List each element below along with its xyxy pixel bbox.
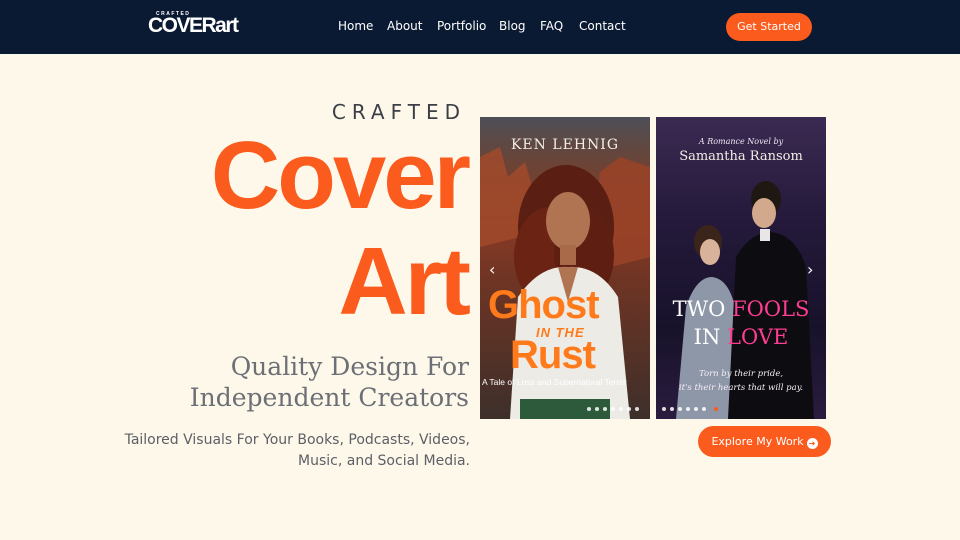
carousel-dot[interactable] — [678, 407, 682, 411]
portfolio-carousel[interactable]: KEN LEHNIG Ghost IN THE Rust A Tale of L… — [480, 117, 826, 419]
chevron-left-icon[interactable]: ‹ — [489, 260, 495, 279]
nav-contact-link[interactable]: Contact — [579, 19, 626, 33]
book2-title-word3: IN — [693, 325, 721, 349]
nav-about-link[interactable]: About — [387, 19, 422, 33]
book2-kicker: A Romance Novel by — [698, 137, 784, 146]
book1-subtitle: A Tale of Loss and Supernatural Terror — [482, 377, 627, 387]
carousel-dot[interactable] — [587, 407, 591, 411]
book2-quote-line1: Torn by their pride, — [698, 369, 784, 379]
carousel-dot[interactable] — [702, 407, 706, 411]
book1-title-word1: Ghost — [488, 283, 600, 327]
hero-title-line1: Cover — [210, 122, 471, 229]
carousel-dot[interactable] — [619, 407, 623, 411]
hero-title-line2: Art — [338, 228, 471, 335]
book2-title-word4: LOVE — [727, 325, 789, 349]
hero-kicker: CRAFTED — [331, 100, 466, 124]
top-navbar: CRAFTED COVERart Home About Portfolio Bl… — [0, 0, 960, 54]
book2-title-word2: FOOLS — [732, 297, 810, 321]
carousel-dot[interactable] — [595, 407, 599, 411]
book2-quote-line2: it's their hearts that will pay. — [678, 383, 804, 393]
book2-title-line1: TWO FOOLS — [656, 297, 826, 321]
carousel-dot[interactable] — [670, 407, 674, 411]
explore-button-label: Explore My Work — [711, 435, 804, 448]
nav-portfolio-link[interactable]: Portfolio — [437, 19, 486, 33]
book-cover-two-fools-in-love[interactable]: A Romance Novel by Samantha Ransom TWO F… — [656, 117, 826, 419]
book2-author: Samantha Ransom — [679, 149, 803, 164]
book1-author: KEN LEHNIG — [510, 137, 620, 153]
tagline-line2: Independent Creators — [189, 383, 469, 412]
book2-quote: Torn by their pride, it's their hearts t… — [656, 367, 826, 395]
subtitle-line1: Tailored Visuals For Your Books, Podcast… — [124, 432, 470, 448]
hero-subtitle: Tailored Visuals For Your Books, Podcast… — [110, 430, 470, 472]
carousel-dot[interactable] — [662, 407, 666, 411]
arrow-right-circle-icon: ➜ — [806, 438, 818, 449]
carousel-dot[interactable] — [603, 407, 607, 411]
subtitle-line2: Music, and Social Media. — [298, 453, 470, 469]
carousel-dot[interactable] — [611, 407, 615, 411]
chevron-right-icon[interactable]: › — [807, 260, 813, 279]
carousel-dot[interactable] — [627, 407, 631, 411]
book-cover-ghost-in-the-rust[interactable]: KEN LEHNIG Ghost IN THE Rust A Tale of L… — [480, 117, 650, 419]
book1-title-word3: Rust — [510, 333, 596, 377]
tagline-line1: Quality Design For — [230, 352, 469, 381]
book2-title-line2: IN LOVE — [656, 325, 826, 349]
hero-tagline: Quality Design For Independent Creators — [169, 351, 469, 413]
explore-my-work-button[interactable]: Explore My Work ➜ — [698, 426, 831, 457]
carousel-dot[interactable] — [686, 407, 690, 411]
carousel-dot[interactable] — [635, 407, 639, 411]
main-menu: Home About Portfolio Blog FAQ Contact — [0, 19, 960, 35]
get-started-button[interactable]: Get Started — [726, 13, 812, 41]
nav-faq-link[interactable]: FAQ — [540, 19, 563, 33]
book2-title-word1: TWO — [672, 297, 726, 321]
nav-home-link[interactable]: Home — [338, 19, 373, 33]
carousel-dot[interactable] — [694, 407, 698, 411]
nav-blog-link[interactable]: Blog — [499, 19, 526, 33]
carousel-dot-active[interactable] — [714, 407, 718, 411]
